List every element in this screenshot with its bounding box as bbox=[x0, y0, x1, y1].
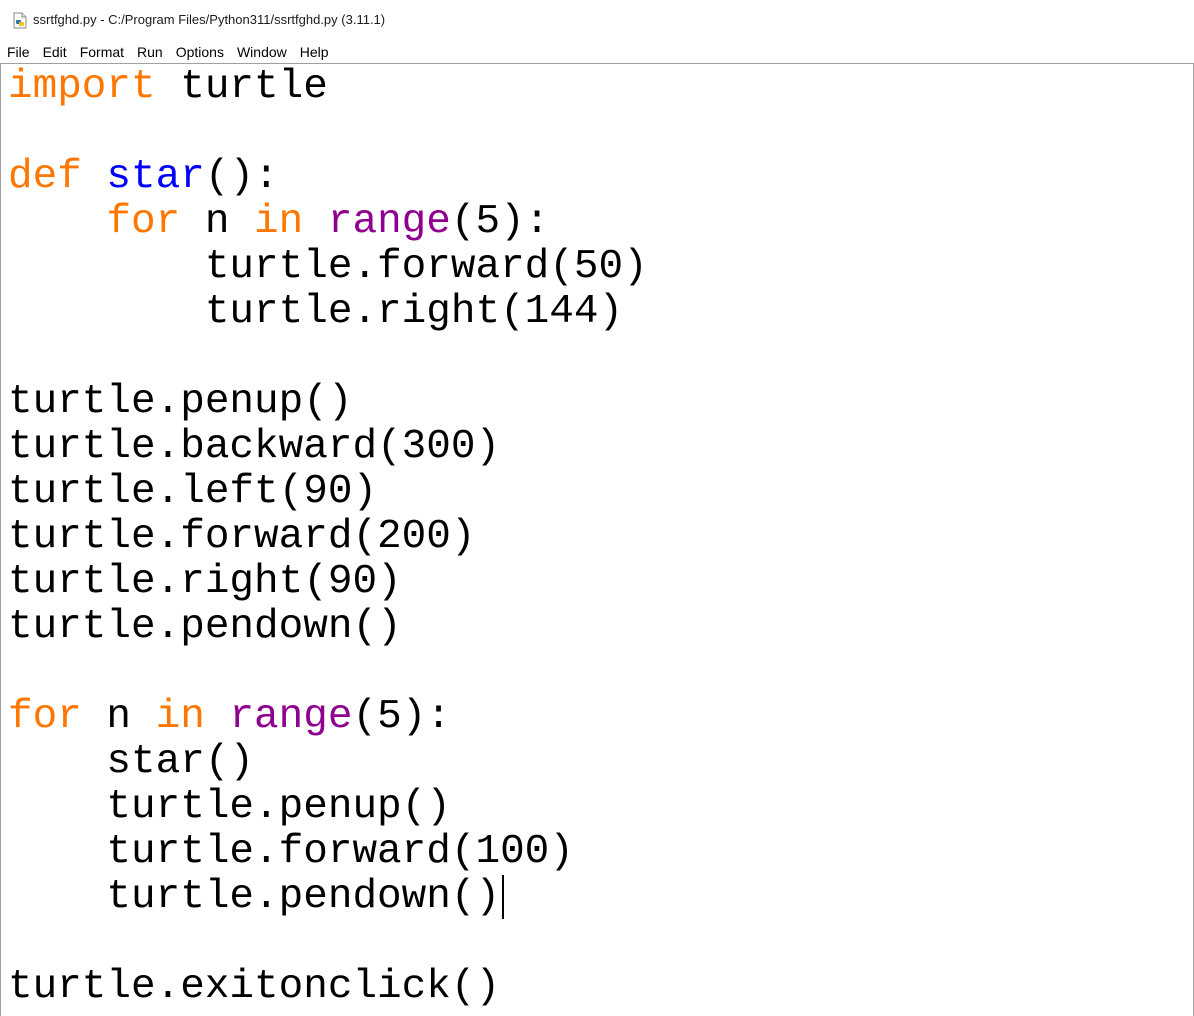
code-line-9: turtle.backward(300) bbox=[8, 424, 501, 470]
code-line-13: turtle.pendown() bbox=[8, 604, 402, 650]
menu-file[interactable]: File bbox=[0, 41, 30, 63]
builtin-token: range bbox=[229, 694, 353, 740]
keyword-token: for bbox=[8, 694, 82, 740]
code-line-3: def star(): bbox=[8, 155, 279, 200]
code-line-5: turtle.forward(50) bbox=[8, 244, 648, 290]
code-line-10: turtle.left(90) bbox=[8, 469, 378, 515]
menu-window[interactable]: Window bbox=[230, 41, 287, 63]
code-line-11: turtle.forward(200) bbox=[8, 514, 476, 560]
code-token: (5): bbox=[352, 694, 451, 740]
menu-help[interactable]: Help bbox=[293, 41, 329, 63]
code-line-21: turtle.exitonclick() bbox=[8, 964, 501, 1010]
code-line-16: star() bbox=[8, 739, 255, 785]
text-cursor bbox=[502, 875, 505, 919]
keyword-token: import bbox=[8, 64, 156, 110]
code-line-18: turtle.forward(100) bbox=[8, 829, 574, 875]
menu-options[interactable]: Options bbox=[169, 41, 224, 63]
builtin-token: range bbox=[327, 199, 451, 245]
menu-format[interactable]: Format bbox=[73, 41, 124, 63]
function-name-token: star bbox=[106, 154, 205, 200]
code-token: turtle.pendown() bbox=[8, 874, 501, 920]
keyword-token: in bbox=[254, 199, 304, 245]
python-file-icon bbox=[13, 12, 27, 29]
code-token: n bbox=[180, 199, 255, 245]
code-line-8: turtle.penup() bbox=[8, 379, 353, 425]
code-editor[interactable]: import turtle def star(): for n in range… bbox=[8, 63, 1188, 1016]
code-line-12: turtle.right(90) bbox=[8, 559, 402, 605]
code-token: (): bbox=[204, 154, 279, 200]
code-token: (5): bbox=[450, 199, 550, 245]
code-line-15: for n in range(5): bbox=[8, 695, 451, 740]
menu-run[interactable]: Run bbox=[130, 41, 163, 63]
code-token: turtle bbox=[155, 64, 328, 110]
code-line-4: for n in range(5): bbox=[8, 200, 549, 245]
window-title: ssrtfghd.py - C:/Program Files/Python311… bbox=[33, 12, 386, 27]
menu-bar: File Edit Format Run Options Window Help bbox=[0, 40, 1194, 63]
code-line-17: turtle.penup() bbox=[8, 784, 451, 830]
code-token: n bbox=[81, 694, 156, 740]
code-line-1: import turtle bbox=[8, 65, 328, 110]
code-line-6: turtle.right(144) bbox=[8, 289, 624, 335]
keyword-token: for bbox=[106, 199, 181, 245]
idle-editor-window: ssrtfghd.py - C:/Program Files/Python311… bbox=[0, 0, 1194, 1016]
title-bar[interactable]: ssrtfghd.py - C:/Program Files/Python311… bbox=[0, 0, 1194, 40]
menu-edit[interactable]: Edit bbox=[36, 41, 67, 63]
code-line-19: turtle.pendown() bbox=[8, 874, 505, 920]
keyword-token: in bbox=[155, 694, 205, 740]
keyword-token: def bbox=[8, 154, 82, 200]
